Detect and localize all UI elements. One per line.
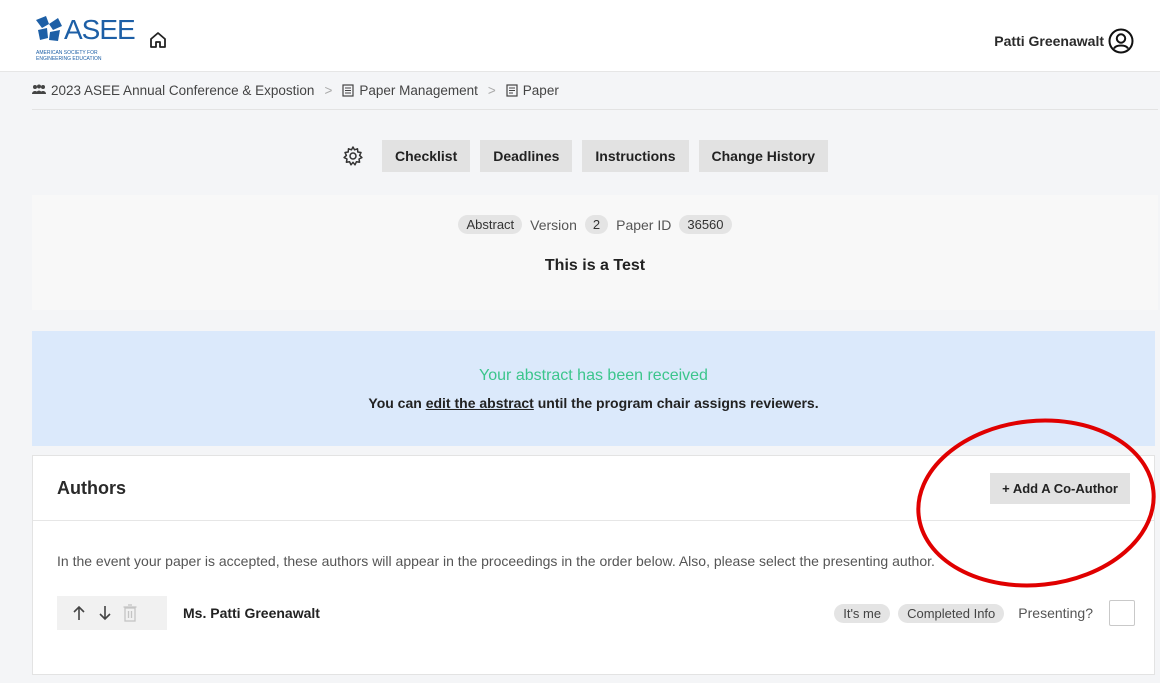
breadcrumb-divider [32, 109, 1158, 110]
home-icon[interactable] [148, 30, 168, 50]
paper-meta: Abstract Version 2 Paper ID 36560 [32, 215, 1158, 234]
its-me-badge: It's me [834, 603, 891, 623]
presenting-checkbox[interactable] [1109, 600, 1135, 626]
presenting-label: Presenting? [1018, 605, 1093, 621]
edit-abstract-link[interactable]: edit the abstract [426, 395, 534, 411]
authors-card: Authors + Add A Co-Author In the event y… [32, 455, 1155, 675]
breadcrumb-separator: > [324, 82, 333, 98]
checklist-button[interactable]: Checklist [382, 140, 471, 172]
asee-logo-mark-icon [36, 16, 62, 41]
paper-type-badge: Abstract [458, 215, 523, 234]
user-name[interactable]: Patti Greenawalt [994, 33, 1104, 49]
asee-logo[interactable]: ASEE AMERICAN SOCIETY FOR ENGINEERING ED… [34, 14, 136, 66]
logo-subtitle: AMERICAN SOCIETY FOR ENGINEERING EDUCATI… [36, 50, 102, 62]
author-name: Ms. Patti Greenawalt [183, 605, 320, 621]
authors-header: Authors + Add A Co-Author [33, 456, 1154, 521]
document-icon [506, 83, 518, 97]
move-down-icon[interactable] [97, 604, 113, 622]
author-order-controls [57, 596, 167, 630]
paper-title: This is a Test [544, 257, 646, 274]
notice-text: You can edit the abstract until the prog… [32, 395, 1155, 411]
add-co-author-button[interactable]: + Add A Co-Author [990, 473, 1130, 504]
breadcrumb-item-paper[interactable]: Paper [506, 83, 559, 98]
authors-title: Authors [57, 478, 126, 498]
move-up-icon[interactable] [71, 604, 87, 622]
author-row: Ms. Patti Greenawalt It's me Completed I… [57, 596, 1135, 630]
instructions-button[interactable]: Instructions [582, 140, 689, 172]
version-label: Version [530, 216, 577, 233]
list-icon [342, 83, 354, 97]
breadcrumb: 2023 ASEE Annual Conference & Expostion … [32, 80, 559, 100]
gear-icon[interactable] [342, 145, 364, 167]
abstract-received-notice: Your abstract has been received You can … [32, 331, 1155, 446]
breadcrumb-label-conference: 2023 ASEE Annual Conference & Expostion [51, 82, 315, 98]
breadcrumb-label-paper: Paper [522, 82, 559, 98]
change-history-button[interactable]: Change History [698, 140, 828, 172]
paper-id-label: Paper ID [616, 216, 672, 233]
breadcrumb-separator: > [487, 82, 496, 98]
breadcrumb-item-conference[interactable]: 2023 ASEE Annual Conference & Expostion [32, 83, 314, 98]
breadcrumb-label-paper-management: Paper Management [359, 82, 478, 98]
completed-info-badge: Completed Info [898, 603, 1005, 623]
people-icon [32, 84, 46, 94]
logo-word: ASEE [64, 14, 136, 45]
deadlines-button[interactable]: Deadlines [480, 140, 573, 172]
top-bar: ASEE AMERICAN SOCIETY FOR ENGINEERING ED… [0, 6, 1160, 72]
author-badges: It's me Completed Info Presenting? [834, 600, 1135, 626]
paper-id-badge: 36560 [679, 215, 732, 234]
version-badge: 2 [584, 215, 609, 234]
user-circle-icon[interactable] [1108, 28, 1134, 54]
paper-toolbar: Checklist Deadlines Instructions Change … [342, 140, 828, 172]
authors-description: In the event your paper is accepted, the… [57, 553, 935, 569]
notice-text-after: until the program chair assigns reviewer… [533, 395, 819, 411]
notice-text-before: You can [368, 395, 426, 411]
paper-summary-card: Abstract Version 2 Paper ID 36560 This i… [32, 195, 1158, 310]
notice-title: Your abstract has been received [479, 367, 708, 384]
trash-icon[interactable] [123, 604, 137, 622]
breadcrumb-item-paper-management[interactable]: Paper Management [342, 83, 478, 98]
